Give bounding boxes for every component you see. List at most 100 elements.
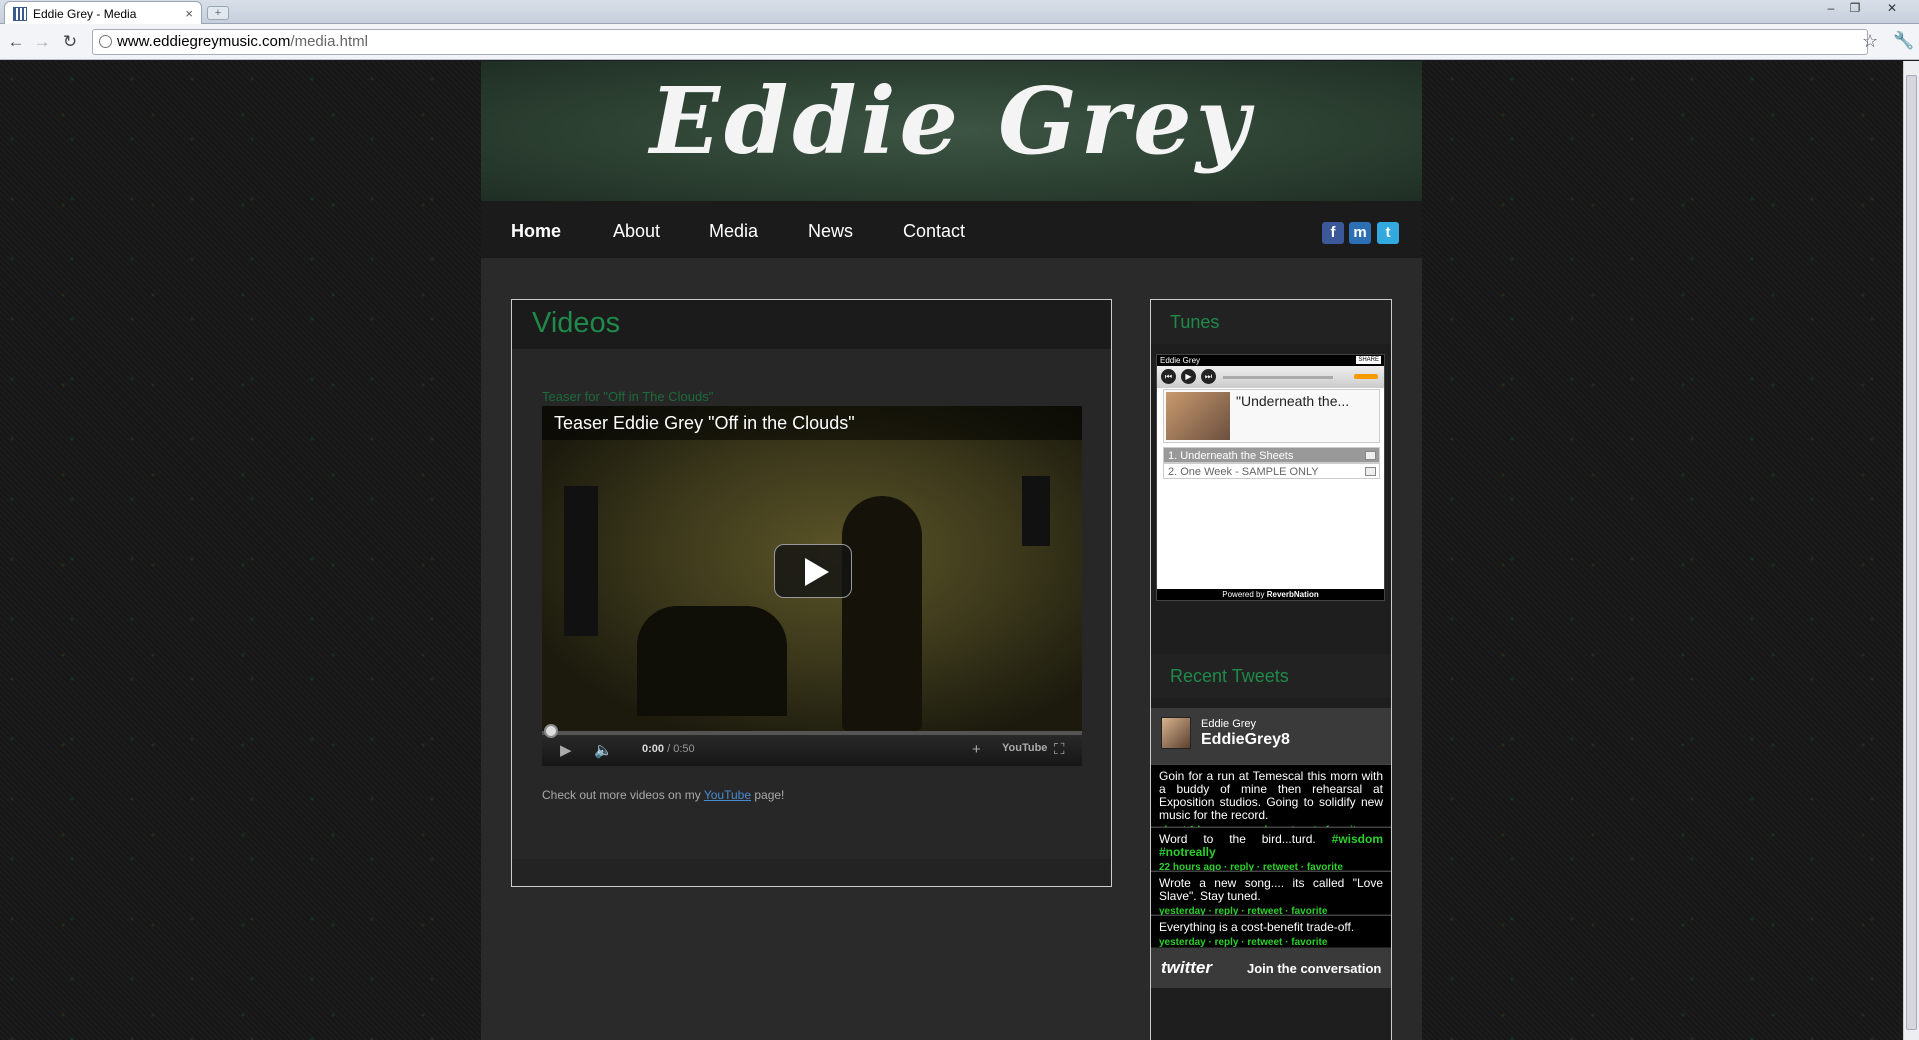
- add-icon[interactable]: +: [972, 741, 981, 758]
- powered-brand: ReverbNation: [1266, 590, 1319, 599]
- sidebar: Tunes Eddie Grey SHARE ⏮ ▶ ⏭ "Underneath…: [1150, 299, 1392, 1040]
- twitter-profile: Eddie Grey EddieGrey8: [1151, 708, 1391, 764]
- url-host: www.eddiegreymusic.com: [117, 33, 291, 50]
- videos-heading: Videos: [532, 307, 621, 339]
- nav-about[interactable]: About: [613, 221, 660, 242]
- twitter-handle[interactable]: EddieGrey8: [1201, 731, 1290, 749]
- browser-toolbar: ← → ↻ www.eddiegreymusic.com/media.html …: [0, 24, 1919, 60]
- maximize-icon[interactable]: ❐: [1843, 0, 1867, 18]
- powered-prefix: Powered by: [1222, 590, 1267, 599]
- avatar[interactable]: [1161, 717, 1191, 749]
- widget-volume[interactable]: [1354, 374, 1378, 379]
- address-bar[interactable]: www.eddiegreymusic.com/media.html: [92, 29, 1868, 55]
- bookmark-star-icon[interactable]: ☆: [1862, 31, 1878, 52]
- site-banner: Eddie Grey: [481, 61, 1422, 201]
- progress-bar[interactable]: [542, 724, 1082, 738]
- now-playing-title: "Underneath the...: [1236, 393, 1350, 409]
- tweet-text: Word to the bird...turd.: [1159, 832, 1332, 846]
- big-play-button[interactable]: [774, 544, 852, 598]
- site-container: Eddie Grey Home About Media News Contact…: [481, 61, 1422, 1040]
- page-viewport: Eddie Grey Home About Media News Contact…: [0, 61, 1903, 1040]
- page-favicon-icon: [13, 6, 27, 21]
- track-menu-icon[interactable]: [1365, 467, 1376, 476]
- tweet-text: Everything is a cost-benefit trade-off.: [1159, 920, 1355, 934]
- nav-media[interactable]: Media: [709, 221, 758, 242]
- track-item[interactable]: 2. One Week - SAMPLE ONLY: [1163, 463, 1380, 479]
- widget-artist: Eddie Grey: [1160, 356, 1201, 365]
- video-scene-singer: [842, 496, 922, 731]
- myspace-icon[interactable]: m: [1349, 222, 1371, 244]
- facebook-icon[interactable]: f: [1322, 222, 1344, 244]
- track-label: 1. Underneath the Sheets: [1168, 450, 1294, 462]
- play-icon[interactable]: ▶: [560, 741, 572, 759]
- video-scene-drums: [637, 606, 787, 716]
- widget-progress[interactable]: [1223, 376, 1333, 379]
- album-art: [1166, 392, 1230, 440]
- tweet-item: Wrote a new song.... its called "Love Sl…: [1151, 871, 1391, 917]
- fullscreen-icon[interactable]: ⛶: [1054, 741, 1065, 758]
- play-icon: [805, 558, 829, 586]
- time-display: 0:00 / 0:50: [642, 743, 695, 755]
- track-list: 1. Underneath the Sheets 2. One Week - S…: [1163, 447, 1380, 479]
- video-link[interactable]: Teaser for "Off in The Clouds": [542, 389, 713, 404]
- tunes-heading: Tunes: [1151, 300, 1391, 344]
- minimize-icon[interactable]: ‒: [1819, 0, 1843, 18]
- current-time: 0:00: [642, 743, 665, 755]
- forward-icon[interactable]: →: [32, 32, 52, 52]
- wrench-menu-icon[interactable]: 🔧: [1893, 31, 1914, 51]
- reverbnation-widget: Eddie Grey SHARE ⏮ ▶ ⏭ "Underneath the..…: [1156, 354, 1385, 601]
- nav-home[interactable]: Home: [511, 221, 561, 242]
- volume-icon[interactable]: 🔈: [594, 741, 613, 759]
- share-button[interactable]: SHARE: [1356, 356, 1381, 364]
- video-scene-panel: [1022, 476, 1050, 546]
- track-menu-icon[interactable]: [1365, 451, 1376, 460]
- track-item[interactable]: 1. Underneath the Sheets: [1163, 447, 1380, 463]
- close-window-icon[interactable]: ✕: [1880, 0, 1904, 18]
- url-path: /media.html: [290, 33, 368, 50]
- tweet-item: Everything is a cost-benefit trade-off. …: [1151, 915, 1391, 948]
- scrollbar-thumb[interactable]: [1906, 75, 1917, 1030]
- scrubber-handle[interactable]: [544, 724, 558, 738]
- twitter-display-name: Eddie Grey: [1201, 718, 1257, 730]
- play-icon[interactable]: ▶: [1181, 369, 1196, 384]
- globe-icon: [99, 35, 112, 48]
- widget-header: Eddie Grey SHARE: [1157, 355, 1384, 366]
- new-tab-button[interactable]: +: [207, 6, 229, 20]
- browser-tab[interactable]: Eddie Grey - Media ×: [4, 1, 202, 25]
- nav-contact[interactable]: Contact: [903, 221, 965, 242]
- next-icon[interactable]: ⏭: [1201, 369, 1216, 384]
- join-conversation-link[interactable]: Join the conversation: [1247, 961, 1381, 976]
- tweet-item: Word to the bird...turd. #wisdom #notrea…: [1151, 827, 1391, 873]
- reload-icon[interactable]: ↻: [60, 32, 80, 52]
- videos-body: Teaser for "Off in The Clouds" Teaser Ed…: [512, 349, 1111, 859]
- more-prefix: Check out more videos on my: [542, 788, 704, 802]
- tweet-text: Goin for a run at Temescal this morn wit…: [1159, 769, 1383, 822]
- tweet-item: Goin for a run at Temescal this morn wit…: [1151, 764, 1391, 836]
- youtube-logo[interactable]: YouTube: [1002, 742, 1047, 754]
- tab-title: Eddie Grey - Media: [33, 6, 137, 21]
- widget-footer[interactable]: Powered by ReverbNation: [1157, 589, 1384, 600]
- video-frame[interactable]: Teaser Eddie Grey "Off in the Clouds": [542, 406, 1082, 731]
- tweet-text-row: Word to the bird...turd. #wisdom #notrea…: [1159, 833, 1383, 859]
- tweets-heading: Recent Tweets: [1151, 654, 1391, 698]
- browser-tabstrip: Eddie Grey - Media × + ‒ ❐ ✕: [0, 0, 1919, 25]
- now-playing: "Underneath the...: [1163, 389, 1380, 443]
- nav-news[interactable]: News: [808, 221, 853, 242]
- videos-header: Videos: [512, 300, 1111, 349]
- previous-icon[interactable]: ⏮: [1161, 369, 1176, 384]
- back-icon[interactable]: ←: [6, 32, 26, 52]
- youtube-page-link[interactable]: YouTube: [704, 788, 751, 802]
- more-suffix: page!: [751, 788, 785, 802]
- video-title-overlay[interactable]: Teaser Eddie Grey "Off in the Clouds": [542, 406, 1082, 440]
- site-logo[interactable]: Eddie Grey: [481, 67, 1422, 175]
- duration: / 0:50: [664, 743, 695, 755]
- youtube-player[interactable]: Teaser Eddie Grey "Off in the Clouds" ▶ …: [542, 406, 1082, 766]
- twitter-icon[interactable]: t: [1377, 222, 1399, 244]
- page-scrollbar[interactable]: [1903, 61, 1919, 1040]
- track-label: 2. One Week - SAMPLE ONLY: [1168, 466, 1319, 478]
- twitter-footer: twitter Join the conversation: [1151, 948, 1391, 988]
- more-videos-text: Check out more videos on my YouTube page…: [542, 788, 784, 802]
- tab-close-icon[interactable]: ×: [185, 6, 193, 21]
- twitter-logo[interactable]: twitter: [1161, 958, 1212, 978]
- tweet-text: Wrote a new song.... its called "Love Sl…: [1159, 876, 1383, 903]
